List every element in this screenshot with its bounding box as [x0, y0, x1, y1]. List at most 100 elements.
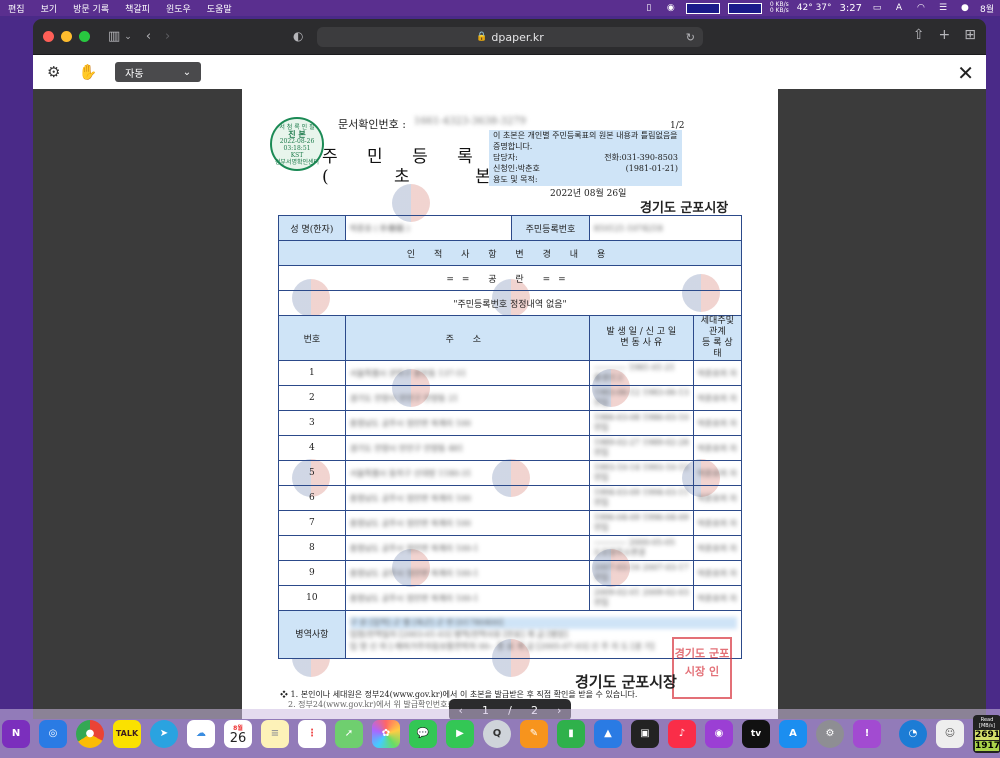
reload-icon[interactable]: ↻	[686, 31, 695, 44]
menu-date[interactable]: 8월	[980, 2, 994, 15]
table-row: 3 충청남도 공주시 정안면 북계리 100 1986-03-08 1986-0…	[278, 410, 743, 436]
control-center-icon[interactable]: ☰	[936, 3, 950, 14]
messages-icon[interactable]: 💬	[409, 719, 437, 748]
widget-value-1: 2691	[975, 729, 1000, 740]
widget-title: Read [MB/s]	[979, 716, 995, 729]
close-icon[interactable]: ✕	[957, 61, 974, 85]
gamepad-icon[interactable]: ◉	[664, 3, 678, 14]
purpose-label: 용도 및 목적:	[493, 175, 538, 184]
minimize-window-button[interactable]	[61, 31, 72, 42]
privacy-shield-icon[interactable]: ◐	[293, 29, 303, 43]
military-line-1: 구 분 [입역] 군 별 [육군] 군 번 [01780400]	[349, 616, 737, 629]
photos-icon[interactable]: ✿	[372, 719, 400, 748]
onenote-icon[interactable]: N	[2, 719, 30, 748]
menu-clock[interactable]: 3:27	[840, 3, 862, 14]
history-value: == 공 란 ==	[278, 265, 742, 291]
official-seal: 경기도 군포시장 인	[672, 637, 732, 699]
menu-edit[interactable]: 편집	[0, 2, 33, 15]
tuner-icon[interactable]: ◔	[899, 719, 927, 748]
url-text: dpaper.kr	[491, 30, 544, 44]
rrn-label: 주민등록번호	[511, 215, 590, 241]
maps-icon[interactable]: ➚	[335, 719, 363, 748]
menu-window[interactable]: 윈도우	[158, 2, 199, 15]
doc-number-value: 1661-4323-3638-3279	[414, 116, 526, 127]
table-row: 10 충청남도 공주시 정안면 북계리 100-1 2009-02-01 200…	[278, 585, 743, 611]
doc-number-label: 문서확인번호 :	[338, 118, 406, 131]
wifi-icon[interactable]: ◠	[914, 3, 928, 14]
cast-icon[interactable]: ▭	[870, 3, 884, 14]
widget-value-2: 1917	[975, 740, 1000, 751]
sidebar-toggle-icon[interactable]: ▥	[108, 29, 120, 44]
applicant-birth: (1981-01-21)	[625, 164, 678, 173]
notes-icon[interactable]: ≡	[261, 719, 289, 748]
title-bar: ▥ ⌄ ‹ › ◐ 🔒 dpaper.kr ↻ ⇧ + ⊞	[33, 19, 986, 55]
share-icon[interactable]: ⇧	[913, 27, 925, 43]
back-icon[interactable]: ‹	[146, 29, 151, 44]
telegram-icon[interactable]: ➤	[150, 719, 178, 748]
system-preferences-icon[interactable]: ⚙	[816, 719, 844, 748]
col-header-address: 주 소	[344, 315, 590, 361]
temperature-readout[interactable]: 42° 37°	[797, 3, 832, 13]
table-row: 7 충청남도 공주시 정안면 북계리 100 1996-04-09 1996-0…	[278, 510, 743, 536]
military-label: 병역사항	[278, 610, 346, 659]
window-controls	[43, 31, 90, 42]
facetime-icon[interactable]: ▶	[446, 719, 474, 748]
table-row: 6 충청남도 공주시 정안면 북계리 100 1994-03-09 1994-0…	[278, 485, 743, 511]
input-source-icon[interactable]: A	[892, 3, 906, 14]
safari-icon[interactable]: ◎	[39, 719, 67, 748]
issue-date: 2022년 08월 26일	[550, 189, 627, 199]
network-stats[interactable]: 0 KB/s 0 KB/s	[770, 2, 789, 14]
final-cut-icon[interactable]: ▣	[631, 719, 659, 748]
siri-icon[interactable]: ●	[958, 3, 972, 14]
zoom-select-label: 자동	[125, 68, 144, 80]
close-window-button[interactable]	[43, 31, 54, 42]
tv-icon[interactable]: tv	[742, 719, 770, 748]
forward-icon[interactable]: ›	[165, 29, 170, 44]
tab-overview-icon[interactable]: ⊞	[964, 27, 976, 43]
menu-help[interactable]: 도움말	[199, 2, 240, 15]
certification-box: 이 초본은 개인별 주민등록표의 원본 내용과 틀림없음을 증명합니다. 담당자…	[489, 130, 682, 186]
col-header-date: 발 생 일 / 신 고 일 변 동 사 유	[588, 315, 694, 361]
table-row: 5 서울특별시 동작구 신대방 1180-31 1993-10-14 1993-…	[278, 460, 743, 486]
lock-icon: 🔒	[476, 32, 488, 42]
officer-label: 담당자:	[493, 153, 518, 162]
menu-bar: 편집 보기 방문 기록 책갈피 윈도우 도움말 ▯ ◉ 0 KB/s 0 KB/s…	[0, 0, 1000, 16]
new-tab-icon[interactable]: +	[939, 27, 951, 43]
dock: N ◎ ● TALK ➤ ☁ 8월 26 ≡ ⋮ ➚ ✿ 💬 ▶ Q ✎ ▮ ▲…	[0, 709, 1000, 758]
keynote-icon[interactable]: ▲	[594, 719, 622, 748]
app-store-icon[interactable]: A	[779, 719, 807, 748]
podcasts-icon[interactable]: ◉	[705, 719, 733, 748]
pages-icon[interactable]: ✎	[520, 719, 548, 748]
zoom-window-button[interactable]	[79, 31, 90, 42]
clipboard-icon[interactable]: ▯	[642, 3, 656, 14]
cpu-graph[interactable]	[685, 2, 720, 14]
document-viewport[interactable]: 문서확인번호 : 1661-4323-3638-3279 1/2 서 첨 록 인…	[33, 89, 986, 719]
correction-note: "주민등록번호 정정내역 없음"	[278, 290, 742, 316]
kakaotalk-icon[interactable]: TALK	[113, 719, 141, 748]
table-row: 9 충청남도 공주시 정안면 북계리 100-1 2007-03-16 2007…	[278, 560, 743, 586]
quicktime-icon[interactable]: Q	[483, 719, 511, 748]
hand-tool-icon[interactable]: ✋	[78, 63, 97, 81]
finder-icon[interactable]: ☺	[936, 719, 964, 748]
menu-history[interactable]: 방문 기록	[65, 2, 117, 15]
gear-icon[interactable]: ⚙	[47, 63, 60, 81]
calendar-icon[interactable]: 8월 26	[224, 719, 252, 748]
chrome-icon[interactable]: ●	[76, 719, 104, 748]
table-row: 2 경기도 안양시 만안구 안양동 21 1983-06-12 1983-06-…	[278, 385, 743, 411]
reminders-icon[interactable]: ⋮	[298, 719, 326, 748]
music-icon[interactable]: ♪	[668, 719, 696, 748]
menu-view[interactable]: 보기	[33, 2, 66, 15]
chevron-down-icon[interactable]: ⌄	[124, 32, 132, 42]
zoom-select[interactable]: 자동 ⌄	[115, 62, 202, 82]
icloud-icon[interactable]: ☁	[187, 719, 215, 748]
history-header: 인 적 사 항 변 경 내 용	[278, 240, 742, 266]
address-bar[interactable]: 🔒 dpaper.kr ↻	[317, 27, 703, 47]
issuer-name: 경기도 군포시장	[640, 201, 729, 216]
disk-speed-widget[interactable]: Read [MB/s] 2691 1917	[973, 714, 1000, 753]
registration-table: 성 명(한자) 박춘호 ( 朴春鎬 ) 주민등록번호 810121-107421…	[278, 215, 743, 659]
numbers-icon[interactable]: ▮	[557, 719, 585, 748]
menu-bookmarks[interactable]: 책갈피	[117, 2, 158, 15]
feedback-icon[interactable]: !	[853, 719, 881, 748]
gpu-graph[interactable]	[727, 2, 762, 14]
table-row: 8 충청남도 공주시 정안면 북계리 100-1 ------------ 20…	[278, 535, 743, 561]
